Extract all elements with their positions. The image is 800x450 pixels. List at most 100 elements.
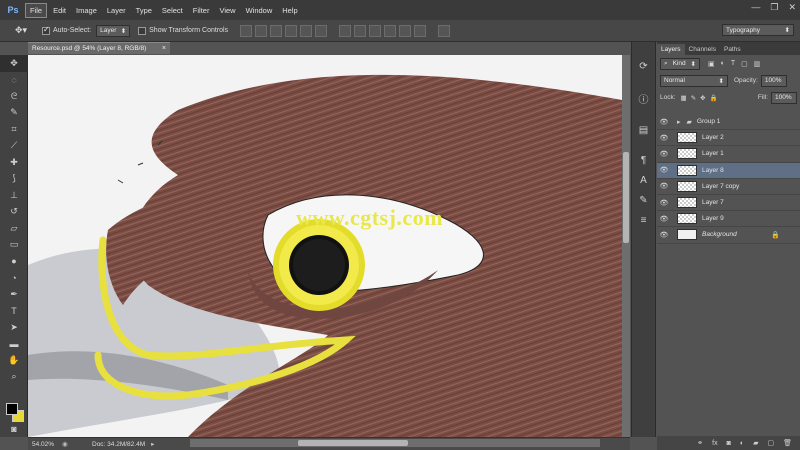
- lock-options-icon[interactable]: ▦✎✥🔒: [681, 94, 722, 102]
- menu-help[interactable]: Help: [278, 4, 301, 17]
- layer-row-layer-2[interactable]: 👁 Layer 2: [657, 130, 800, 147]
- show-transform-option[interactable]: Show Transform Controls: [138, 26, 228, 35]
- clone-stamp-tool-icon[interactable]: ⊥: [0, 187, 28, 204]
- brush-panel-icon[interactable]: ✎: [632, 190, 655, 210]
- move-tool-preset-icon[interactable]: ✥▾: [8, 22, 34, 40]
- type-filter-icon[interactable]: T: [731, 60, 735, 68]
- auto-align-icon[interactable]: [438, 24, 451, 37]
- adjustments-panel-icon[interactable]: ≡: [632, 210, 655, 230]
- quick-mask-icon[interactable]: ◙: [0, 421, 28, 438]
- shape-tool-icon[interactable]: ▬: [0, 336, 28, 353]
- layer-row-layer-7[interactable]: 👁 Layer 7: [657, 195, 800, 212]
- align-bottom-icon[interactable]: [270, 24, 283, 37]
- minimize-icon[interactable]: —: [751, 2, 760, 13]
- history-brush-tool-icon[interactable]: ↺: [0, 204, 28, 221]
- status-arrow-icon[interactable]: ▸: [151, 440, 154, 448]
- distribute-top-icon[interactable]: [339, 24, 352, 37]
- quick-select-tool-icon[interactable]: ✎: [0, 105, 28, 122]
- hand-tool-icon[interactable]: ✋: [0, 352, 28, 369]
- filter-kind-dropdown[interactable]: ⌕ Kind ⬍: [660, 57, 700, 70]
- menu-edit[interactable]: Edit: [49, 4, 70, 17]
- align-right-icon[interactable]: [315, 24, 328, 37]
- layer-row-layer-1[interactable]: 👁 Layer 1: [657, 146, 800, 163]
- menu-view[interactable]: View: [215, 4, 239, 17]
- visibility-eye-icon[interactable]: 👁: [657, 118, 671, 126]
- menu-type[interactable]: Type: [132, 4, 156, 17]
- move-tool-icon[interactable]: ✥: [0, 55, 28, 72]
- dodge-tool-icon[interactable]: ◔: [0, 270, 28, 287]
- visibility-eye-icon[interactable]: 👁: [657, 215, 671, 223]
- show-transform-checkbox[interactable]: [138, 26, 147, 35]
- auto-select-option[interactable]: Auto-Select:: [42, 25, 91, 35]
- layer-style-icon[interactable]: fx: [712, 440, 717, 447]
- menu-layer[interactable]: Layer: [103, 4, 130, 17]
- status-menu-icon[interactable]: ◉: [62, 440, 72, 448]
- menu-file[interactable]: File: [25, 2, 48, 18]
- healing-brush-tool-icon[interactable]: ✚: [0, 154, 28, 171]
- shape-filter-icon[interactable]: ▢: [741, 60, 748, 68]
- menu-select[interactable]: Select: [158, 4, 187, 17]
- document-tab[interactable]: Resource.psd @ 54% (Layer 8, RGB/8) ×: [28, 42, 170, 54]
- visibility-eye-icon[interactable]: 👁: [657, 134, 671, 142]
- fill-field[interactable]: 100%: [771, 91, 797, 104]
- adjustment-filter-icon[interactable]: ◐: [721, 60, 725, 68]
- delete-layer-icon[interactable]: 🗑: [783, 439, 792, 447]
- restore-icon[interactable]: ❐: [770, 2, 778, 13]
- layer-row-layer-7-copy[interactable]: 👁 Layer 7 copy: [657, 179, 800, 195]
- pen-tool-icon[interactable]: ✒: [0, 286, 28, 303]
- opacity-field[interactable]: 100%: [760, 74, 787, 87]
- add-mask-icon[interactable]: ◙: [727, 440, 731, 447]
- align-vcenter-icon[interactable]: [255, 24, 268, 37]
- zoom-tool-icon[interactable]: ⌕: [0, 369, 28, 386]
- paragraph-panel-icon[interactable]: ¶: [632, 150, 655, 170]
- foreground-color-swatch[interactable]: [6, 403, 18, 415]
- layer-row-layer-9[interactable]: 👁 Layer 9: [657, 211, 800, 228]
- menu-image[interactable]: Image: [72, 4, 101, 17]
- properties-panel-icon[interactable]: ▤: [632, 120, 655, 140]
- eraser-tool-icon[interactable]: ▱: [0, 220, 28, 237]
- distribute-hcenter-icon[interactable]: [399, 24, 412, 37]
- tab-close-icon[interactable]: ×: [162, 45, 166, 52]
- visibility-eye-icon[interactable]: 👁: [657, 182, 671, 190]
- visibility-eye-icon[interactable]: 👁: [657, 231, 671, 239]
- blend-mode-dropdown[interactable]: Normal ⬍: [660, 74, 728, 87]
- visibility-eye-icon[interactable]: 👁: [657, 199, 671, 207]
- brush-tool-icon[interactable]: ⟆: [0, 171, 28, 188]
- auto-select-checkbox[interactable]: [42, 25, 50, 35]
- vertical-scrollbar[interactable]: [622, 55, 630, 437]
- horizontal-scrollbar[interactable]: [190, 439, 600, 447]
- layer-row-group-1[interactable]: 👁 ▸ ▰ Group 1: [657, 114, 800, 131]
- type-tool-icon[interactable]: T: [0, 303, 28, 320]
- horizontal-scroll-thumb[interactable]: [298, 440, 408, 446]
- layer-row-background[interactable]: 👁 Background 🔒: [657, 227, 800, 244]
- distribute-left-icon[interactable]: [384, 24, 397, 37]
- layer-row-layer-8[interactable]: 👁 Layer 8: [657, 162, 800, 179]
- lasso-tool-icon[interactable]: ᘓ: [0, 88, 28, 105]
- menu-window[interactable]: Window: [242, 4, 277, 17]
- character-panel-icon[interactable]: A: [632, 170, 655, 190]
- visibility-eye-icon[interactable]: 👁: [657, 150, 671, 158]
- align-left-icon[interactable]: [285, 24, 298, 37]
- menu-filter[interactable]: Filter: [189, 4, 214, 17]
- vertical-scroll-thumb[interactable]: [623, 152, 629, 243]
- group-expand-icon[interactable]: ▸: [677, 118, 681, 126]
- new-group-icon[interactable]: ▰: [753, 439, 758, 447]
- adjustment-layer-icon[interactable]: ◐: [740, 440, 744, 447]
- distribute-vcenter-icon[interactable]: [354, 24, 367, 37]
- align-hcenter-icon[interactable]: [300, 24, 313, 37]
- path-selection-tool-icon[interactable]: ➤: [0, 319, 28, 336]
- marquee-tool-icon[interactable]: ◌: [0, 72, 28, 89]
- close-icon[interactable]: ✕: [788, 2, 796, 13]
- tab-channels[interactable]: Channels: [685, 44, 720, 55]
- distribute-right-icon[interactable]: [414, 24, 427, 37]
- tab-layers[interactable]: Layers: [657, 44, 685, 55]
- zoom-level[interactable]: 54.02%: [28, 441, 62, 448]
- eyedropper-tool-icon[interactable]: ⟋: [0, 138, 28, 155]
- document-canvas[interactable]: www.cgtsj.com: [28, 55, 622, 437]
- smart-filter-icon[interactable]: ▥: [754, 60, 761, 68]
- tab-paths[interactable]: Paths: [720, 44, 745, 55]
- blur-tool-icon[interactable]: ●: [0, 253, 28, 270]
- info-panel-icon[interactable]: ⓘ: [632, 88, 655, 108]
- visibility-eye-icon[interactable]: 👁: [657, 166, 671, 174]
- pixel-filter-icon[interactable]: ▣: [708, 60, 715, 68]
